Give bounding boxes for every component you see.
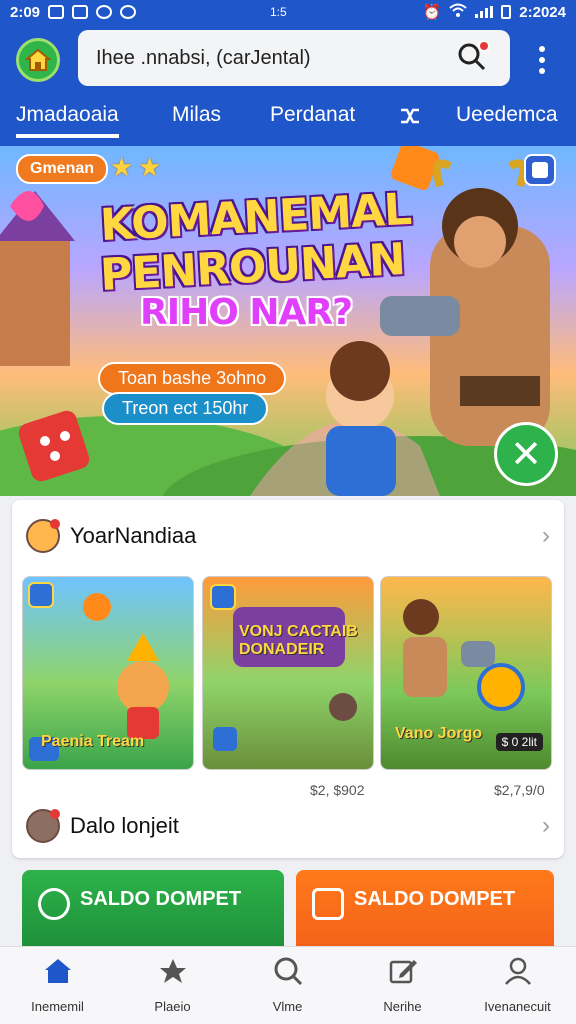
nav-item-edit[interactable]: Nerihe (345, 955, 460, 1014)
tab-shuffle[interactable] (398, 100, 422, 138)
hero-tag: Gmenan (16, 154, 109, 184)
wifi-icon (449, 3, 467, 21)
close-icon: ✕ (510, 433, 542, 476)
wallet-icon (312, 888, 344, 920)
tile-price: $2, $902 (310, 782, 365, 798)
tab-ueedemca[interactable]: Ueedemca (456, 100, 558, 138)
search-icon (272, 955, 304, 987)
avatar (26, 809, 60, 843)
chevron-right-icon[interactable]: › (542, 812, 550, 840)
profile-icon (502, 955, 534, 987)
game-tile[interactable]: VONJ CACTAIB DONADEIR (202, 576, 374, 770)
battery-icon (501, 5, 512, 19)
tab-perdanat[interactable]: Perdanat (270, 100, 355, 138)
tab-milas[interactable]: Milas (172, 100, 221, 138)
nav-item-search[interactable]: Vlme (230, 955, 345, 1014)
chevron-right-icon[interactable]: › (542, 522, 550, 550)
section-header[interactable]: Dalo lonjeit › (26, 806, 550, 846)
nav-item-home[interactable]: Inememil (0, 955, 115, 1014)
search-button[interactable] (456, 40, 492, 76)
nav-item-profile[interactable]: Ivenanecuit (460, 955, 575, 1014)
game-tiles: Paenia Tream VONJ CACTAIB DONADEIR Vano … (22, 576, 562, 772)
star-icon: ★ (138, 152, 162, 182)
house-icon (25, 48, 51, 71)
hero-offer-1[interactable]: Toan bashe 3ohno (98, 362, 287, 395)
tile-label: VONJ CACTAIB DONADEIR (239, 623, 358, 658)
close-button[interactable]: ✕ (494, 422, 558, 486)
recommendation-card: YoarNandiaa › Paenia Tream VONJ CACTAIB … (12, 500, 564, 858)
game-tile[interactable]: Paenia Tream (22, 576, 194, 770)
category-tabs: Jmadaoaia Milas Perdanat Ueedemca (0, 94, 576, 146)
status-right-time: 2:2024 (519, 3, 566, 21)
location-icon (120, 5, 137, 19)
hero-offer-2[interactable]: Treon ect 150hr (102, 392, 269, 425)
nav-label: Inememil (31, 999, 84, 1014)
bottom-navigation: Inememil Plaeio Vlme Nerihe Ivenanecuit (0, 946, 576, 1024)
tile-label: Vano Jorgo (395, 725, 483, 742)
nav-label: Vlme (272, 999, 303, 1014)
hero-banner[interactable]: Gmenan ★ ★ KOMANEMAL PENROUNAN RIHO NAR?… (0, 146, 576, 496)
promo-wallet-green[interactable]: SALDO DOMPET (22, 870, 284, 948)
status-center-text: 1:5 (270, 5, 287, 19)
tile-tag: $ 0 2lit (495, 733, 543, 751)
section-header[interactable]: YoarNandiaa › (26, 516, 550, 556)
alarm-icon: ⏰ (422, 4, 442, 21)
section-title: Dalo lonjeit (70, 813, 179, 838)
section-title: YoarNandiaa (70, 523, 197, 548)
app-logo[interactable] (16, 38, 60, 82)
nav-item-favorites[interactable]: Plaeio (115, 955, 230, 1014)
tile-price: $2,7,9/0 (494, 782, 545, 798)
star-icon: ★ (110, 152, 134, 182)
game-tile[interactable]: Vano Jorgo $ 0 2lit (380, 576, 552, 770)
promo-label: SALDO DOMPET (80, 888, 242, 910)
notification-badge (478, 40, 490, 52)
tile-label: Paenia Tream (41, 733, 145, 750)
avatar (26, 519, 60, 553)
status-time: 2:09 (10, 3, 41, 21)
edit-icon (387, 955, 419, 987)
search-input[interactable]: Ihee .nnabsi, (carJental) (96, 47, 456, 70)
promo-wallet-orange[interactable]: SALDO DOMPET (296, 870, 554, 948)
nav-label: Ivenanecuit (484, 999, 551, 1014)
app-bar: Ihee .nnabsi, (carJental) (0, 24, 576, 94)
signal-icon (475, 6, 494, 18)
home-icon (42, 955, 74, 987)
tab-jmadaoaia[interactable]: Jmadaoaia (16, 100, 119, 138)
messenger-icon (96, 5, 113, 19)
shuffle-icon (401, 108, 419, 124)
nav-label: Nerihe (383, 999, 422, 1014)
hero-corner-badge[interactable] (524, 154, 556, 186)
promo-label: SALDO DOMPET (354, 888, 516, 910)
hero-title-line-3: RIHO NAR? (140, 292, 353, 333)
status-bar: 2:09 1:5 ⏰ 2:2024 (0, 0, 576, 24)
gallery-icon (48, 5, 65, 19)
game-thumbnail (210, 584, 357, 751)
mail-icon (72, 5, 89, 19)
more-options-icon[interactable] (530, 42, 554, 78)
search-bar[interactable]: Ihee .nnabsi, (carJental) (78, 30, 510, 86)
nav-label: Plaeio (154, 999, 191, 1014)
wallet-icon (38, 888, 70, 920)
star-icon (157, 955, 189, 987)
